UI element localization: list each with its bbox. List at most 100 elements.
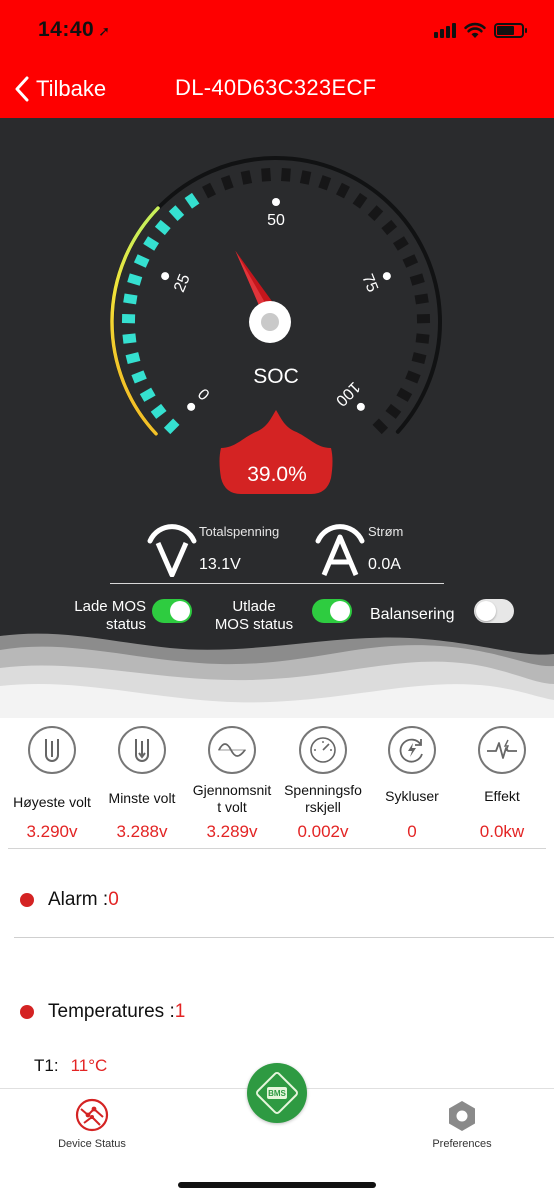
battery-icon: [494, 22, 527, 38]
temperatures-row[interactable]: Temperatures :1: [20, 1001, 185, 1023]
gauge-segment-inactive: [411, 352, 427, 364]
clock-text: 14:40: [38, 18, 95, 41]
gauge-segment-active: [125, 352, 141, 364]
stat-value: 3.288v: [116, 822, 168, 841]
temperature-value: 11°C: [70, 1056, 108, 1075]
stat-cycles: Sykluser 0: [366, 722, 458, 850]
gauge-segment-active: [131, 370, 147, 384]
device-status-label: Device Status: [58, 1138, 126, 1150]
cellular-signal-icon: [434, 22, 456, 38]
temperature-name: T1:: [34, 1056, 59, 1075]
gauge-segment-inactive: [372, 418, 389, 435]
gauge-segment-inactive: [392, 236, 409, 251]
top-bar: 14:40 ➚ Tilbake DL-40D63C323ECF: [0, 0, 554, 118]
decorative-wave: [0, 633, 554, 718]
gauge-needle: [235, 250, 291, 343]
charge-mos-label-line1: Lade MOS: [74, 598, 146, 615]
gauge-segment-active: [150, 403, 167, 419]
stat-power: Effekt 0.0kw: [456, 722, 548, 850]
stat-value: 0.0kw: [479, 822, 525, 841]
alarm-label: Alarm :: [48, 889, 109, 910]
wifi-icon: [464, 22, 486, 38]
gauge-segment-active: [133, 254, 150, 268]
gauge-tick-label: 50: [267, 212, 285, 229]
gauge-segment-inactive: [381, 219, 398, 236]
voltage-label: Totalspenning: [199, 524, 280, 539]
alarm-divider: [14, 937, 554, 938]
gauge-segment-active: [143, 236, 160, 251]
home-indicator: [178, 1182, 376, 1188]
gauge-segment-inactive: [202, 182, 216, 199]
gauge-segment-inactive: [396, 387, 413, 402]
device-status-icon: [75, 1098, 109, 1132]
stat-label: Høyeste volt: [13, 794, 91, 810]
stat-label-line1: Gjennomsnit: [192, 782, 272, 798]
bms-home-button[interactable]: BMS: [247, 1063, 307, 1123]
gauge-tick-label: 0: [195, 384, 213, 402]
stat-label-line2: t volt: [217, 799, 247, 815]
alarm-status-dot: [20, 893, 34, 907]
gauge-segment-active: [184, 192, 200, 209]
alarm-count: 0: [108, 889, 119, 910]
gauge-tick-dot: [161, 272, 170, 281]
stat-voltage-difference: Spenningsfo rskjell 0.002v: [277, 722, 369, 850]
gauge-segment-inactive: [405, 370, 421, 384]
gauge-segment-active: [163, 418, 180, 435]
gauge-segment-active: [139, 387, 156, 402]
alarm-row[interactable]: Alarm :0: [20, 889, 119, 911]
voltage-icon: [147, 524, 197, 577]
gauge-segment-inactive: [414, 293, 429, 305]
stat-value: 3.290v: [26, 822, 78, 841]
gauge-tick-dot: [187, 402, 196, 411]
stat-value: 3.289v: [206, 822, 258, 841]
back-label: Tilbake: [36, 76, 107, 101]
gauge-tick-label: 75: [358, 272, 381, 295]
gauge-tick-dot: [382, 272, 391, 281]
gauge-tick-dot: [356, 402, 365, 411]
stat-value: 0: [407, 822, 417, 841]
stats-divider: [8, 848, 546, 849]
charge-mos-toggle[interactable]: [152, 599, 192, 623]
gauge-segment-active: [168, 205, 185, 221]
discharge-mos-label-line1: Utlade: [232, 598, 276, 615]
stat-label: Effekt: [484, 788, 520, 804]
preferences-icon: [449, 1101, 475, 1131]
average-volt-icon: [208, 726, 256, 774]
soc-label: SOC: [253, 365, 299, 388]
gauge-segments: [121, 168, 431, 435]
current: Strøm 0.0A: [314, 523, 434, 579]
gauge-segment-inactive: [220, 175, 234, 191]
status-time: 14:40 ➚: [38, 18, 110, 42]
bms-chip-icon: BMS: [256, 1072, 298, 1114]
gauge-tick-label: 25: [171, 272, 194, 295]
temperatures-status-dot: [20, 1005, 34, 1019]
balancing-toggle[interactable]: [474, 599, 514, 623]
back-button[interactable]: Tilbake: [14, 72, 106, 106]
gauge-segment-inactive: [409, 273, 425, 286]
page-title: DL-40D63C323ECF: [175, 75, 377, 100]
chevron-left-icon: [15, 76, 29, 102]
location-arrow-icon: ➚: [98, 23, 111, 39]
cell-stats: Høyeste volt 3.290v Minste volt 3.288v G…: [0, 722, 554, 850]
stat-lowest-volt: Minste volt 3.288v: [96, 722, 188, 850]
temperatures-count: 1: [174, 1001, 186, 1022]
soc-value: 39.0%: [247, 463, 307, 486]
highest-volt-icon: [28, 726, 76, 774]
gauge-segment-inactive: [336, 182, 350, 199]
lowest-volt-icon: [118, 726, 166, 774]
gauge-segment-inactive: [280, 168, 291, 182]
discharge-mos-toggle[interactable]: [312, 599, 352, 623]
gauge-segment-inactive: [367, 205, 384, 221]
temperature-item: T1: 11°C: [34, 1056, 107, 1076]
status-icons: [434, 20, 527, 40]
gauge-segment-active: [127, 273, 143, 286]
gauge-segment-inactive: [318, 175, 332, 191]
gauge-segment-inactive: [402, 254, 419, 268]
gauge-segment-inactive: [299, 170, 312, 185]
stat-label: Sykluser: [385, 788, 439, 804]
stat-label: Gjennomsnit t volt: [180, 782, 284, 816]
gauge-hub-center: [261, 313, 279, 331]
total-voltage: Totalspenning 13.1V: [146, 523, 306, 579]
gauge-segment-active: [122, 333, 137, 344]
gauge-segment-inactive: [415, 333, 430, 344]
